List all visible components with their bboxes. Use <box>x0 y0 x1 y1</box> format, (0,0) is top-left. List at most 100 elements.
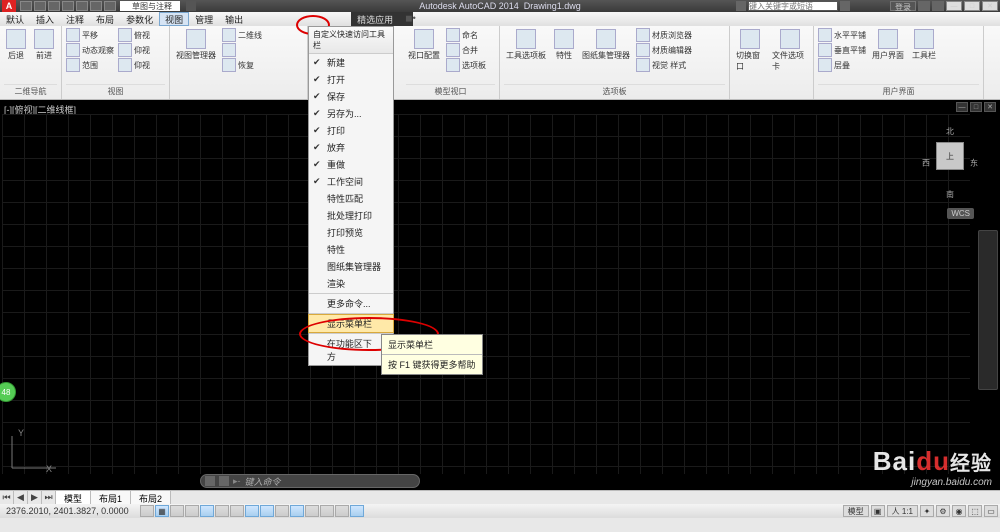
toggle-13[interactable] <box>320 505 334 517</box>
toggle-11[interactable] <box>290 505 304 517</box>
qat-saveas-icon[interactable] <box>62 1 74 11</box>
menu-default[interactable]: 默认 <box>0 12 30 26</box>
iso-icon[interactable]: ⬚ <box>968 505 982 517</box>
orbit-button[interactable]: 动态观察 <box>66 43 114 57</box>
tab-last[interactable]: ⏭ <box>42 491 56 504</box>
search-input[interactable] <box>748 1 838 11</box>
toggle-10[interactable] <box>275 505 289 517</box>
tab-prev[interactable]: ◀ <box>14 491 28 504</box>
workspace-combo[interactable]: 草图与注释 <box>120 1 180 11</box>
toggle-1[interactable] <box>140 505 154 517</box>
toggle-6[interactable] <box>215 505 229 517</box>
viewcube-west[interactable]: 西 <box>922 158 930 169</box>
qat-new-icon[interactable] <box>20 1 32 11</box>
window-max[interactable]: □ <box>964 1 980 11</box>
cascade-button[interactable]: 层叠 <box>818 58 866 72</box>
login-button[interactable]: 登录 <box>890 1 916 11</box>
material-browser-button[interactable]: 材质浏览器 <box>636 28 692 42</box>
dropdown-item-3[interactable]: ✔另存为... <box>309 105 393 122</box>
menu-layout[interactable]: 布局 <box>90 12 120 26</box>
app-logo[interactable]: A <box>2 0 16 12</box>
qat-redo-icon[interactable] <box>104 1 116 11</box>
dropdown-item-13[interactable]: 渲染 <box>309 275 393 292</box>
dropdown-item-5[interactable]: ✔放弃 <box>309 139 393 156</box>
scale-button[interactable]: 人 1:1 <box>887 505 918 517</box>
file-tabs-button[interactable]: 文件选项卡 <box>770 28 809 73</box>
merge-button[interactable]: 合并 <box>446 43 486 57</box>
search-go-icon[interactable] <box>840 1 850 11</box>
tool-palette-button[interactable]: 工具选项板 <box>504 28 548 62</box>
qat-save-icon[interactable] <box>48 1 60 11</box>
help-icon[interactable] <box>932 1 944 11</box>
menu-annotate[interactable]: 注释 <box>60 12 90 26</box>
pan-button[interactable]: 平移 <box>66 28 114 42</box>
toggle-3[interactable] <box>170 505 184 517</box>
extent-button[interactable]: 范围 <box>66 58 114 72</box>
bottom-view-button[interactable]: 仰视 <box>118 43 150 57</box>
tile-v-button[interactable]: 垂直平铺 <box>818 43 866 57</box>
doc-close[interactable]: ✕ <box>984 102 996 112</box>
qat-print-icon[interactable] <box>76 1 88 11</box>
wireframe-button[interactable]: 二维线 <box>222 28 262 42</box>
menu-view[interactable]: 视图 <box>159 12 189 26</box>
properties-button[interactable]: 特性 <box>552 28 576 62</box>
anno3-icon[interactable]: ⚙ <box>936 505 950 517</box>
toggle-14[interactable] <box>335 505 349 517</box>
viewcube-south[interactable]: 南 <box>946 189 954 200</box>
dropdown-item-6[interactable]: ✔重做 <box>309 156 393 173</box>
viewcube-top[interactable]: 上 <box>936 142 964 170</box>
material-editor-button[interactable]: 材质编辑器 <box>636 43 692 57</box>
tile-h-button[interactable]: 水平平铺 <box>818 28 866 42</box>
top-view-button[interactable]: 俯视 <box>118 28 150 42</box>
tab-layout1[interactable]: 布局1 <box>91 491 131 504</box>
menu-insert[interactable]: 插入 <box>30 12 60 26</box>
view-manager-button[interactable]: 视图管理器 <box>174 28 218 62</box>
cmd-grip-icon[interactable] <box>205 476 215 486</box>
dropdown-item-15[interactable]: 显示菜单栏 <box>308 314 394 333</box>
menu-manage[interactable]: 管理 <box>189 12 219 26</box>
dropdown-item-11[interactable]: 特性 <box>309 241 393 258</box>
drawing-area[interactable]: [-][俯视][二维线框] — □ ✕ 北 南 西 东 上 WCS 48 YX … <box>0 100 1000 490</box>
dropdown-item-14[interactable]: 更多命令... <box>309 295 393 312</box>
window-min[interactable]: — <box>946 1 962 11</box>
tab-next[interactable]: ▶ <box>28 491 42 504</box>
qat-dropdown-arrow[interactable] <box>186 1 196 11</box>
window-close[interactable]: ✕ <box>982 1 998 11</box>
menu-parametric[interactable]: 参数化 <box>120 12 159 26</box>
forward-button[interactable]: 前进 <box>32 28 56 62</box>
dropdown-item-7[interactable]: ✔工作空间 <box>309 173 393 190</box>
toggle-8[interactable] <box>245 505 259 517</box>
tab-extra-icon[interactable]: ◼• <box>399 12 413 26</box>
doc-max[interactable]: □ <box>970 102 982 112</box>
restore-button[interactable]: 恢复 <box>222 58 262 72</box>
dropdown-item-12[interactable]: 图纸集管理器 <box>309 258 393 275</box>
navigation-bar[interactable] <box>978 230 998 390</box>
toggle-7[interactable] <box>230 505 244 517</box>
viewport-config-button[interactable]: 视口配置 <box>406 28 442 62</box>
viewcube[interactable]: 北 南 西 东 上 <box>922 126 978 200</box>
tab-featured-apps[interactable]: 精选应用 <box>351 12 399 26</box>
viewcube-east[interactable]: 东 <box>970 158 978 169</box>
viewcube-north[interactable]: 北 <box>946 126 954 137</box>
anno2-icon[interactable]: ✦ <box>920 505 934 517</box>
menu-output[interactable]: 输出 <box>219 12 249 26</box>
toggle-9[interactable] <box>260 505 274 517</box>
tab-first[interactable]: ⏮ <box>0 491 14 504</box>
command-line[interactable]: ▸- 键入命令 <box>200 474 420 488</box>
exchange-icon[interactable] <box>918 1 930 11</box>
ui-button[interactable]: 用户界面 <box>870 28 906 62</box>
back-button[interactable]: 后退 <box>4 28 28 62</box>
wcs-label[interactable]: WCS <box>947 208 974 219</box>
tab-layout2[interactable]: 布局2 <box>131 491 171 504</box>
toggle-12[interactable] <box>305 505 319 517</box>
toggle-grid[interactable]: ▦ <box>155 505 169 517</box>
dropdown-item-10[interactable]: 打印预览 <box>309 224 393 241</box>
dropdown-item-1[interactable]: ✔打开 <box>309 71 393 88</box>
sheetset-button[interactable]: 图纸集管理器 <box>580 28 632 62</box>
qat-undo-icon[interactable] <box>90 1 102 11</box>
space-button[interactable]: 模型 <box>843 505 869 517</box>
dropdown-item-2[interactable]: ✔保存 <box>309 88 393 105</box>
clean-icon[interactable]: ▭ <box>984 505 998 517</box>
dropdown-item-4[interactable]: ✔打印 <box>309 122 393 139</box>
palette-button[interactable]: 选项板 <box>446 58 486 72</box>
